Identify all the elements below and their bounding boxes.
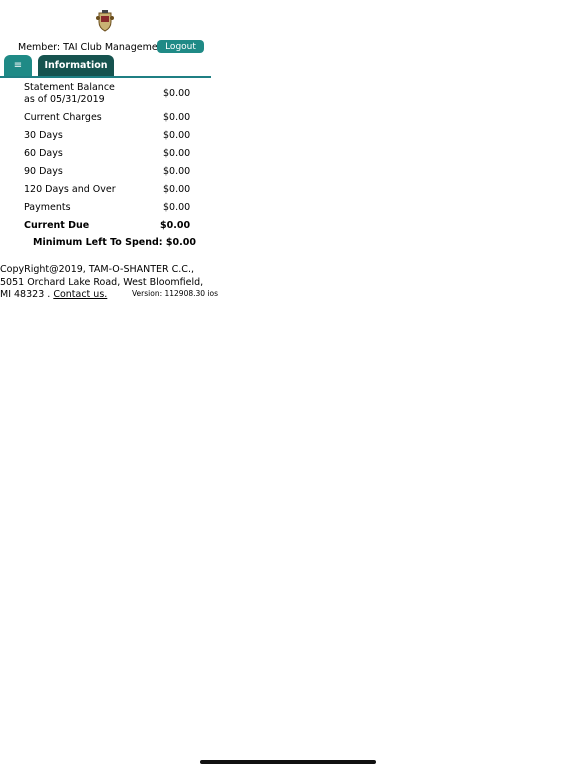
- days-90-label: 90 Days: [24, 166, 63, 177]
- contact-us-link[interactable]: Contact us.: [53, 289, 107, 300]
- home-indicator: [200, 760, 376, 764]
- days-30-amount: $0.00: [163, 130, 191, 141]
- current-charges-label: Current Charges: [24, 112, 102, 123]
- footer-copyright: CopyRight@2019, TAM-O-SHANTER C.C.,: [0, 264, 194, 275]
- days-120-amount: $0.00: [163, 184, 191, 195]
- member-label: Member: TAI Club Management: [18, 41, 168, 53]
- days-120-label: 120 Days and Over: [24, 184, 116, 195]
- minimum-left-to-spend: Minimum Left To Spend: $0.00: [33, 237, 196, 248]
- version-label: Version: 112908.30 ios: [132, 289, 219, 298]
- statement-balance-date: as of 05/31/2019: [24, 94, 105, 105]
- days-60-amount: $0.00: [163, 148, 191, 159]
- statement-balance-label: Statement Balance: [24, 82, 115, 93]
- club-crest-logo: [96, 10, 114, 32]
- payments-amount: $0.00: [163, 202, 191, 213]
- logout-button[interactable]: Logout: [157, 40, 204, 53]
- current-charges-amount: $0.00: [163, 112, 191, 123]
- payments-label: Payments: [24, 202, 71, 213]
- tab-information[interactable]: Information: [38, 55, 114, 76]
- days-60-label: 60 Days: [24, 148, 63, 159]
- current-due-amount: $0.00: [160, 220, 191, 231]
- footer-zip: MI 48323 .: [0, 289, 51, 300]
- footer-address: 5051 Orchard Lake Road, West Bloomfield,: [0, 276, 204, 288]
- current-due-label: Current Due: [24, 220, 90, 231]
- tab-divider: [0, 76, 211, 78]
- days-90-amount: $0.00: [163, 166, 191, 177]
- member-info: Member: TAI Club Management: [18, 40, 167, 54]
- hamburger-menu-icon[interactable]: ≡: [4, 55, 32, 76]
- statement-balance-amount: $0.00: [163, 88, 191, 99]
- days-30-label: 30 Days: [24, 130, 63, 141]
